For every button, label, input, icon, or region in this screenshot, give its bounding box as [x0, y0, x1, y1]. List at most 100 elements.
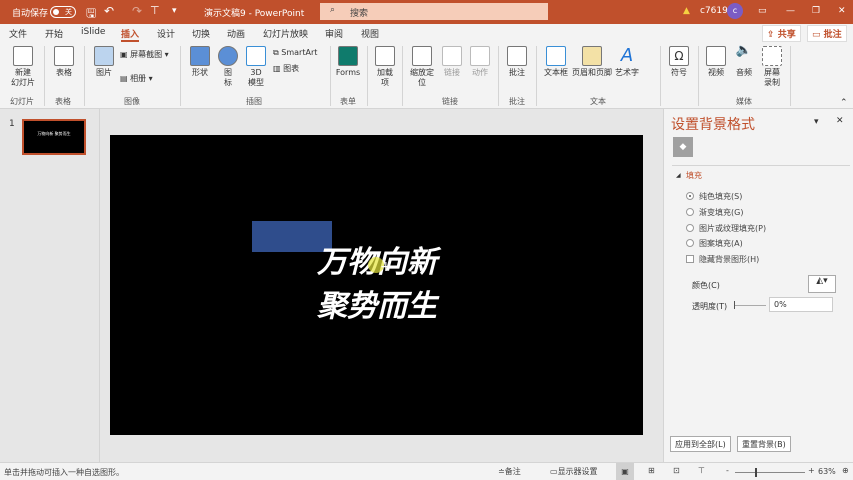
- tab-slideshow[interactable]: 幻灯片放映: [263, 27, 308, 40]
- tab-design[interactable]: 设计: [157, 27, 175, 40]
- pane-options-icon[interactable]: ▾: [814, 117, 819, 127]
- icons-icon: [218, 46, 238, 66]
- zoom-in-button[interactable]: +: [808, 466, 815, 475]
- radio-picture-fill[interactable]: 图片或纹理填充(P): [686, 223, 766, 234]
- avatar[interactable]: c: [727, 3, 743, 19]
- label: 文本框: [544, 68, 568, 77]
- textbox-button[interactable]: 文本框: [541, 46, 571, 78]
- reset-background-button[interactable]: 重置背景(B): [737, 436, 791, 452]
- label: 图片或纹理填充(P): [699, 224, 767, 233]
- collapse-ribbon-icon[interactable]: ⌃: [840, 98, 848, 108]
- screen-recording-icon: [762, 46, 782, 66]
- tab-transitions[interactable]: 切换: [192, 27, 210, 40]
- radio-icon: [686, 192, 694, 200]
- fill-section-header[interactable]: 填充: [686, 170, 702, 181]
- label: 视频: [708, 68, 724, 77]
- screenshot-button[interactable]: ▣ 屏幕截图 ▾: [120, 50, 169, 60]
- tab-view[interactable]: 视图: [361, 27, 379, 40]
- warning-icon[interactable]: ▲: [683, 6, 690, 16]
- present-icon[interactable]: ⊤: [150, 4, 160, 17]
- status-hint: 单击并拖动可插入一种自选图形。: [4, 468, 124, 477]
- group-label: 媒体: [736, 97, 752, 106]
- label: 链接: [444, 68, 460, 77]
- user-name: c7619: [700, 6, 728, 16]
- customize-icon[interactable]: ▾: [172, 6, 177, 16]
- apply-to-all-button[interactable]: 应用到全部(L): [670, 436, 731, 452]
- radio-solid-fill[interactable]: 纯色填充(S): [686, 191, 742, 202]
- fit-to-window-icon[interactable]: ⊕: [842, 466, 849, 475]
- transparency-slider[interactable]: [734, 305, 766, 306]
- table-button[interactable]: 表格: [52, 46, 76, 78]
- share-button[interactable]: ⇪ 共享: [762, 25, 801, 42]
- label: 音频: [736, 68, 752, 77]
- display-settings-button[interactable]: ▭显示器设置: [550, 466, 598, 477]
- save-icon[interactable]: 🖫: [86, 4, 96, 25]
- forms-button[interactable]: Forms: [335, 46, 361, 78]
- status-bar: 单击并拖动可插入一种自选图形。 ≐备注 ▭显示器设置 ▣ ⊞ ⊡ ⊤ - + 6…: [0, 462, 853, 480]
- slider-thumb[interactable]: [734, 301, 735, 309]
- tab-islide[interactable]: iSlide: [81, 27, 105, 37]
- tab-insert[interactable]: 插入: [121, 27, 140, 42]
- zoom-out-button[interactable]: -: [726, 466, 729, 475]
- zoom-slider-thumb[interactable]: [755, 468, 757, 477]
- autosave-toggle[interactable]: 关: [50, 6, 76, 18]
- color-picker-button[interactable]: ◭▾: [808, 275, 836, 293]
- ribbon-display-icon[interactable]: ▭: [758, 6, 767, 16]
- action-button[interactable]: 动作: [468, 46, 492, 78]
- notes-button[interactable]: ≐备注: [498, 466, 521, 477]
- label: 屏幕截图: [130, 50, 163, 59]
- undo-icon[interactable]: ↶: [104, 4, 114, 18]
- comments-button[interactable]: ▭ 批注: [807, 25, 847, 42]
- slide-canvas[interactable]: 万物向新 聚势而生 +: [110, 135, 643, 435]
- zoom-slider[interactable]: [735, 472, 805, 473]
- collapse-triangle-icon[interactable]: ◢: [676, 172, 681, 179]
- slide-sorter-icon[interactable]: ⊞: [648, 466, 655, 475]
- zoom-level[interactable]: 63%: [818, 467, 836, 476]
- tab-animations[interactable]: 动画: [227, 27, 245, 40]
- pane-close-icon[interactable]: ✕: [836, 116, 844, 126]
- video-icon: [706, 46, 726, 66]
- tab-review[interactable]: 审阅: [325, 27, 343, 40]
- close-icon[interactable]: ✕: [838, 6, 846, 16]
- album-button[interactable]: ▤ 相册 ▾: [120, 74, 153, 84]
- radio-gradient-fill[interactable]: 渐变填充(G): [686, 207, 743, 218]
- radio-pattern-fill[interactable]: 图案填充(A): [686, 238, 743, 249]
- normal-view-icon[interactable]: ▣: [616, 463, 634, 480]
- new-slide-button[interactable]: 新建 幻灯片: [8, 46, 38, 88]
- wordart-button[interactable]: A 艺术字: [613, 46, 641, 78]
- header-footer-button[interactable]: 页眉和页脚: [571, 46, 613, 78]
- restore-icon[interactable]: ❐: [812, 6, 820, 16]
- label: 隐藏背景图形(H): [699, 255, 760, 264]
- symbol-button[interactable]: Ω 符号: [666, 46, 692, 78]
- value: 0%: [774, 300, 787, 309]
- video-button[interactable]: 视频: [704, 46, 728, 78]
- audio-button[interactable]: 🔈 音频: [732, 44, 756, 78]
- 3d-models-button[interactable]: 3D 模型: [244, 46, 268, 88]
- link-button[interactable]: 链接: [440, 46, 464, 78]
- fill-tab-icon[interactable]: ◆: [673, 137, 693, 157]
- label: 批注: [509, 68, 525, 77]
- tab-home[interactable]: 开始: [45, 27, 63, 40]
- zoom-button[interactable]: 缩放定 位: [407, 46, 437, 88]
- smartart-button[interactable]: ⧉ SmartArt: [273, 48, 317, 58]
- search-box[interactable]: ⌕ 搜索: [320, 3, 548, 20]
- shapes-button[interactable]: 形状: [188, 46, 212, 78]
- minimize-icon[interactable]: —: [786, 6, 795, 16]
- transparency-input[interactable]: 0%: [769, 297, 833, 312]
- slideshow-icon[interactable]: ⊤: [698, 466, 705, 475]
- redo-icon[interactable]: ↷: [132, 4, 142, 18]
- addins-button[interactable]: 加载 项: [372, 46, 398, 88]
- tab-file[interactable]: 文件: [9, 27, 27, 40]
- icons-button[interactable]: 图 标: [216, 46, 240, 88]
- slide-thumbnail[interactable]: 万物向新 聚势而生: [22, 119, 86, 155]
- hide-background-checkbox[interactable]: 隐藏背景图形(H): [686, 254, 759, 265]
- slide-title[interactable]: 万物向新 聚势而生: [317, 241, 437, 329]
- new-slide-icon: [13, 46, 33, 66]
- reading-view-icon[interactable]: ⊡: [673, 466, 680, 475]
- picture-button[interactable]: 图片: [92, 46, 116, 78]
- screen-recording-button[interactable]: 屏幕 录制: [760, 46, 784, 88]
- slide-number: 1: [9, 119, 15, 129]
- chart-button[interactable]: ▥ 图表: [273, 64, 299, 74]
- comment-button[interactable]: 批注: [505, 46, 529, 78]
- table-icon: [54, 46, 74, 66]
